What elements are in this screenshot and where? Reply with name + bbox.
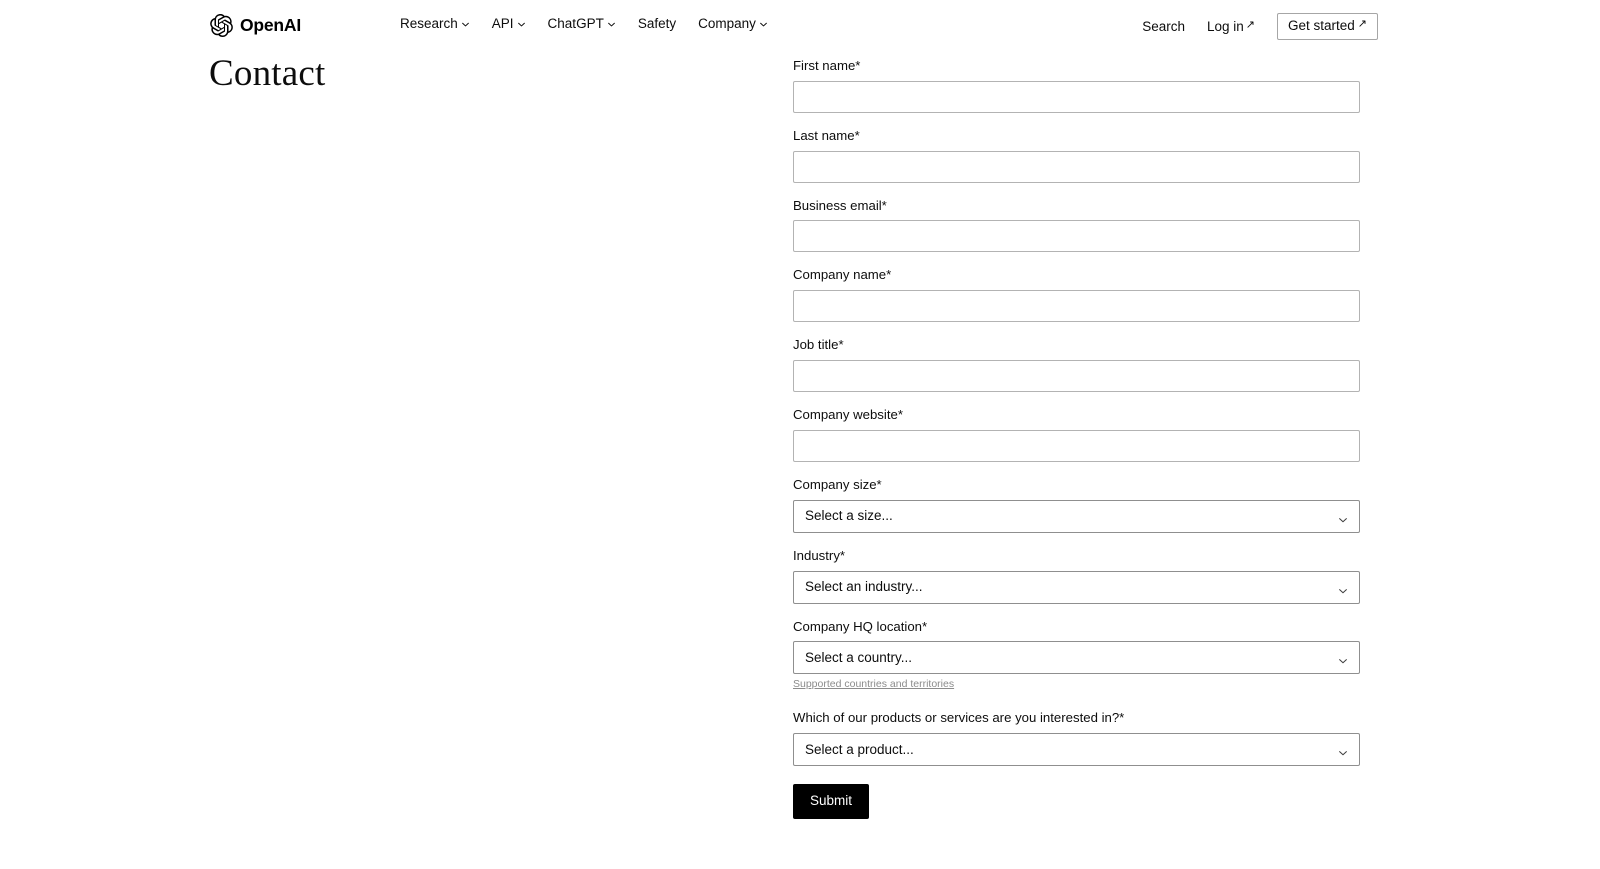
nav-item-company[interactable]: Company — [698, 17, 768, 31]
nav-item-research-label: Research — [400, 16, 458, 31]
login-link[interactable]: Log in ↗ — [1206, 18, 1255, 34]
business-email-label: Business email* — [793, 197, 887, 213]
industry-select-wrap: Select an industry... — [793, 570, 1360, 604]
get-started-label: Get started — [1287, 18, 1355, 33]
company-size-selected-value: Select a size... — [805, 508, 893, 524]
product-interest-label: Which of our products or services are yo… — [793, 710, 1125, 726]
chevron-down-icon — [517, 20, 526, 29]
field-business-email: Business email* — [793, 197, 1360, 253]
last-name-label: Last name* — [793, 127, 860, 143]
nav-item-api-label: API — [491, 16, 514, 31]
industry-select[interactable]: Select an industry... — [793, 570, 1360, 604]
field-first-name: First name* — [793, 57, 1360, 113]
field-last-name: Last name* — [793, 127, 1360, 183]
field-job-title: Job title* — [793, 336, 1360, 393]
company-size-label: Company size* — [793, 476, 882, 492]
search-button[interactable]: Search — [1142, 18, 1185, 34]
industry-label: Industry* — [793, 547, 846, 563]
product-interest-selected-value: Select a product... — [805, 741, 914, 757]
company-size-select[interactable]: Select a size... — [793, 499, 1360, 533]
job-title-label: Job title* — [793, 337, 844, 353]
company-website-input[interactable] — [793, 429, 1360, 462]
submit-button[interactable]: Submit — [793, 784, 870, 820]
search-label: Search — [1142, 18, 1185, 34]
nav-item-chatgpt-label: ChatGPT — [547, 16, 604, 31]
nav-item-safety-label: Safety — [637, 16, 677, 31]
supported-countries-link[interactable]: Supported countries and territories — [793, 678, 954, 692]
company-name-label: Company name* — [793, 267, 892, 283]
product-interest-select[interactable]: Select a product... — [793, 733, 1360, 767]
company-hq-location-label: Company HQ location* — [793, 618, 928, 634]
field-product-interest: Which of our products or services are yo… — [793, 709, 1360, 767]
industry-selected-value: Select an industry... — [805, 579, 923, 595]
main-navigation: Research API ChatGPT Safety Company — [400, 17, 768, 31]
business-email-input[interactable] — [793, 220, 1360, 253]
first-name-input[interactable] — [793, 80, 1360, 113]
chevron-down-icon — [461, 20, 470, 29]
nav-item-research[interactable]: Research — [400, 17, 470, 31]
field-company-hq-location: Company HQ location* Select a country...… — [793, 618, 1360, 693]
company-size-select-wrap: Select a size... — [793, 499, 1360, 533]
first-name-label: First name* — [793, 58, 861, 73]
contact-form: First name* Last name* Business email* C… — [793, 57, 1360, 820]
brand-name-label: OpenAI — [240, 14, 302, 35]
nav-item-safety[interactable]: Safety — [638, 17, 676, 31]
get-started-button[interactable]: Get started ↗ — [1276, 13, 1378, 40]
chevron-down-icon — [759, 20, 768, 29]
header-actions: Search Log in ↗ Get started ↗ — [1142, 13, 1378, 40]
field-industry: Industry* Select an industry... — [793, 547, 1360, 604]
nav-item-chatgpt[interactable]: ChatGPT — [548, 17, 616, 31]
arrow-northeast-icon: ↗ — [1245, 18, 1255, 31]
nav-item-company-label: Company — [698, 16, 756, 31]
chevron-down-icon — [607, 20, 616, 29]
openai-brand-logo[interactable]: OpenAI — [210, 13, 302, 38]
login-label: Log in — [1206, 18, 1244, 34]
product-interest-select-wrap: Select a product... — [793, 733, 1360, 767]
nav-item-api[interactable]: API — [492, 17, 526, 31]
company-website-label: Company website* — [793, 407, 903, 423]
company-hq-location-select[interactable]: Select a country... — [793, 641, 1360, 675]
company-name-input[interactable] — [793, 290, 1360, 323]
company-hq-selected-value: Select a country... — [805, 650, 913, 666]
site-header: OpenAI Research API ChatGPT Safety Compa… — [0, 0, 1600, 53]
field-company-size: Company size* Select a size... — [793, 476, 1360, 533]
arrow-northeast-icon: ↗ — [1357, 18, 1367, 31]
field-company-website: Company website* — [793, 406, 1360, 462]
last-name-input[interactable] — [793, 150, 1360, 183]
page-title: Contact — [209, 53, 326, 94]
openai-blossom-icon — [210, 13, 233, 38]
job-title-input[interactable] — [793, 360, 1360, 393]
field-company-name: Company name* — [793, 266, 1360, 323]
company-hq-select-wrap: Select a country... — [793, 641, 1360, 675]
